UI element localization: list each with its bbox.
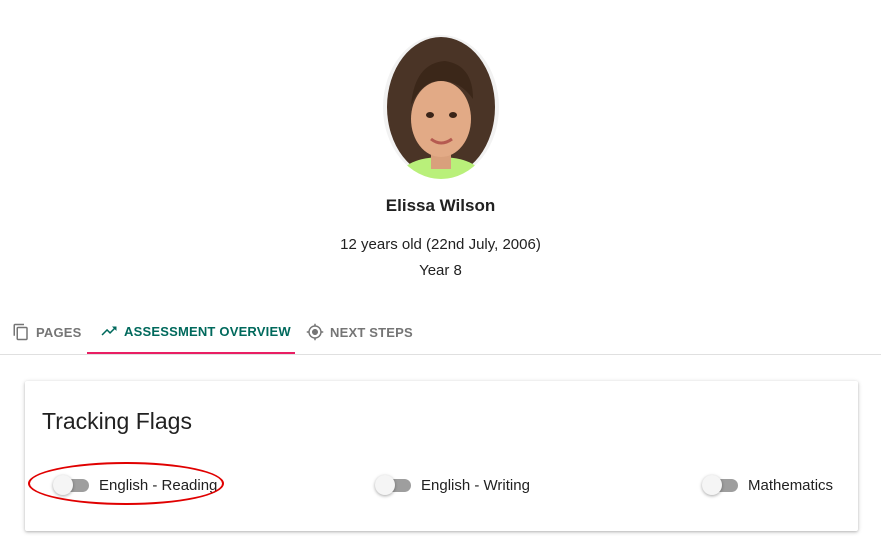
copy-pages-icon (12, 323, 30, 341)
tab-next-steps[interactable]: NEXT STEPS (306, 310, 413, 354)
tab-pages-label: PAGES (36, 324, 82, 340)
student-avatar (383, 35, 499, 179)
flag-english-reading-label: English - Reading (99, 476, 218, 494)
mathematics-toggle[interactable] (702, 475, 740, 495)
flag-english-reading[interactable]: English - Reading (53, 473, 217, 497)
english-writing-toggle[interactable] (375, 475, 413, 495)
student-year: Year 8 (419, 262, 462, 279)
tab-assessment-overview[interactable]: ASSESSMENT OVERVIEW (87, 310, 295, 354)
tracking-flags-title: Tracking Flags (42, 408, 192, 434)
student-photo (383, 35, 499, 179)
english-reading-toggle[interactable] (53, 475, 91, 495)
tab-bar: PAGES ASSESSMENT OVERVIEW NEXT STEPS (0, 310, 881, 355)
tab-next-steps-label: NEXT STEPS (330, 324, 413, 340)
flag-mathematics[interactable]: Mathematics (702, 473, 833, 497)
tracking-flags-card: Tracking Flags English - Reading English… (25, 381, 858, 531)
student-name: Elissa Wilson (385, 196, 496, 215)
tab-pages[interactable]: PAGES (12, 310, 82, 354)
flag-english-writing-label: English - Writing (421, 476, 530, 494)
tab-assessment-overview-label: ASSESSMENT OVERVIEW (124, 323, 291, 339)
toggle-thumb (702, 475, 722, 495)
toggle-thumb (53, 475, 73, 495)
toggle-thumb (375, 475, 395, 495)
flag-english-writing[interactable]: English - Writing (375, 473, 530, 497)
target-icon (306, 323, 324, 341)
flag-mathematics-label: Mathematics (748, 476, 834, 494)
student-age: 12 years old (22nd July, 2006) (340, 236, 541, 253)
trending-up-icon (100, 322, 118, 340)
